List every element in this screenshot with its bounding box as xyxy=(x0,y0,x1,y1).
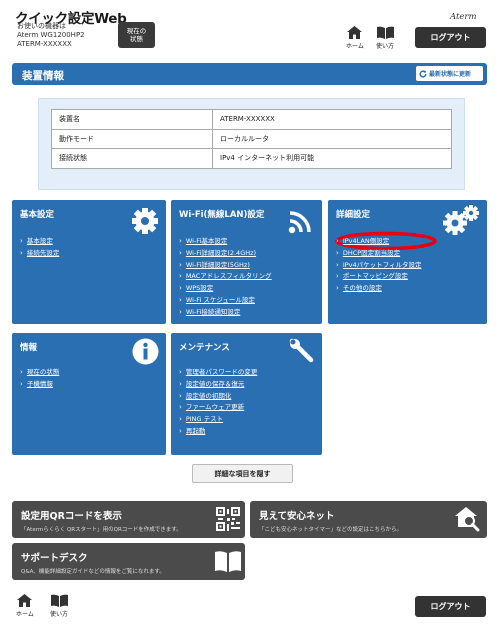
wrench-icon xyxy=(289,338,314,363)
device-model: Aterm WG1200HP2 xyxy=(17,31,85,39)
device-info-header: 装置情報 最新状態に更新 xyxy=(12,63,487,85)
row-label: 動作モード xyxy=(51,128,213,149)
tile-maintenance: メンテナンス 管理者パスワードの変更 設定値の保存＆復元 設定値の初期化 ファー… xyxy=(171,333,322,455)
current-state-button[interactable]: 現在の 状態 xyxy=(118,22,155,48)
safe-net-card[interactable]: 見えて安心ネット 「こども安心ネットタイマー」などの設定はこちらから。 xyxy=(250,501,487,538)
link-connection-settings[interactable]: 接続先設定 xyxy=(20,248,60,260)
row-value: ATERM-XXXXXX xyxy=(212,109,452,130)
row-value: ローカルルータ xyxy=(212,128,452,149)
link-wifi-detail-24[interactable]: Wi-Fi詳細設定(2.4GHz) xyxy=(179,248,272,260)
link-client-info[interactable]: 子機情報 xyxy=(20,379,59,391)
table-row: 装置名 ATERM-XXXXXX xyxy=(51,109,452,130)
tile-title: メンテナンス xyxy=(179,343,230,353)
link-other-settings[interactable]: その他の設定 xyxy=(336,283,422,295)
row-label: 接続状態 xyxy=(51,148,213,169)
device-info-table: 装置名 ATERM-XXXXXX 動作モード ローカルルータ 接続状態 IPv4 イン… xyxy=(51,109,452,169)
tile-links: 基本設定 接続先設定 xyxy=(20,236,60,260)
qr-code-icon xyxy=(216,507,240,531)
device-info-panel: 装置情報 最新状態に更新 装置名 ATERM-XXXXXX 動作モード ローカルルー… xyxy=(12,63,487,194)
logout-button[interactable]: ログアウト xyxy=(415,27,486,48)
qr-code-card[interactable]: 設定用QRコードを表示 「Atermらくらく QRスタート」用のQRコードを作成… xyxy=(12,501,245,538)
row-value: IPv4 インターネット利用可能 xyxy=(212,148,452,169)
home-label: ホーム xyxy=(16,611,34,618)
howto-label: 使い方 xyxy=(376,43,395,50)
home-icon xyxy=(17,594,33,607)
device-info-title: 装置情報 xyxy=(22,70,64,82)
link-ipv4-packet-filter[interactable]: IPv4パケットフィルタ設定 xyxy=(336,260,422,272)
card-desc: Q&A、機能詳細設定ガイドなどの情報をご覧になれます。 xyxy=(21,569,165,575)
table-row: 接続状態 IPv4 インターネット利用可能 xyxy=(51,148,452,169)
link-ping-test[interactable]: PING テスト xyxy=(179,414,257,426)
info-icon xyxy=(132,338,159,365)
tile-basic-settings: 基本設定 基本設定 接続先設定 xyxy=(12,200,166,324)
gear-icon xyxy=(132,208,158,234)
home-label: ホーム xyxy=(346,43,364,50)
device-caption: お使いの機器は xyxy=(17,22,66,30)
row-label: 装置名 xyxy=(51,109,213,130)
tile-advanced-settings: 詳細設定 IPv4LAN側設定 DHCP固定割当設定 IPv4パケットフィルタ設… xyxy=(328,200,487,324)
tile-links: Wi-Fi基本設定 Wi-Fi詳細設定(2.4GHz) Wi-Fi詳細設定(5G… xyxy=(179,236,272,319)
link-wifi-detail-5[interactable]: Wi-Fi詳細設定(5GHz) xyxy=(179,260,272,272)
tile-title: Wi-Fi(無線LAN)設定 xyxy=(179,210,265,220)
tile-links: IPv4LAN側設定 DHCP固定割当設定 IPv4パケットフィルタ設定 ポート… xyxy=(336,236,422,295)
home-nav[interactable]: ホーム xyxy=(346,26,364,50)
device-info-box: 装置名 ATERM-XXXXXX 動作モード ローカルルータ 接続状態 IPv4 イン… xyxy=(38,98,465,190)
tile-title: 詳細設定 xyxy=(336,210,371,220)
howto-label: 使い方 xyxy=(50,611,69,618)
hide-detail-button[interactable]: 詳細な項目を隠す xyxy=(192,464,293,483)
link-wifi-basic[interactable]: Wi-Fi基本設定 xyxy=(179,236,272,248)
card-title: サポートデスク xyxy=(21,553,88,564)
gears-icon xyxy=(443,205,479,235)
link-wifi-notify[interactable]: Wi-Fi接続通知設定 xyxy=(179,307,272,319)
book-icon xyxy=(376,26,394,39)
refresh-label: 最新状態に更新 xyxy=(429,71,472,78)
brand-logo: Aterm xyxy=(450,12,477,22)
footer-home-nav[interactable]: ホーム xyxy=(16,594,34,618)
footer-logout-button[interactable]: ログアウト xyxy=(415,596,486,617)
card-desc: 「こども安心ネットタイマー」などの設定はこちらから。 xyxy=(259,527,403,533)
tile-wifi-settings: Wi-Fi(無線LAN)設定 Wi-Fi基本設定 Wi-Fi詳細設定(2.4GH… xyxy=(171,200,322,324)
link-firmware-update[interactable]: ファームウェア更新 xyxy=(179,402,257,414)
link-reboot[interactable]: 再起動 xyxy=(179,426,257,438)
support-desk-card[interactable]: サポートデスク Q&A、機能詳細設定ガイドなどの情報をご覧になれます。 xyxy=(12,543,245,580)
refresh-icon xyxy=(419,69,427,78)
link-dhcp-fixed[interactable]: DHCP固定割当設定 xyxy=(336,248,422,260)
link-factory-reset[interactable]: 設定値の初期化 xyxy=(179,391,257,403)
link-wps[interactable]: WPS設定 xyxy=(179,283,272,295)
link-port-mapping[interactable]: ポートマッピング設定 xyxy=(336,271,422,283)
home-icon xyxy=(347,26,363,39)
tile-title: 基本設定 xyxy=(20,210,55,220)
footer-howto-nav[interactable]: 使い方 xyxy=(50,594,68,618)
link-current-status[interactable]: 現在の状態 xyxy=(20,367,60,379)
book-icon xyxy=(50,594,68,607)
tile-title: 情報 xyxy=(20,343,38,353)
card-title: 見えて安心ネット xyxy=(259,511,335,522)
tile-links: 管理者パスワードの変更 設定値の保存＆復元 設定値の初期化 ファームウェア更新 … xyxy=(179,367,258,438)
link-save-restore[interactable]: 設定値の保存＆復元 xyxy=(179,379,257,391)
link-admin-password[interactable]: 管理者パスワードの変更 xyxy=(179,367,258,379)
card-desc: 「Atermらくらく QRスタート」用のQRコードを作成できます。 xyxy=(21,527,182,533)
refresh-button[interactable]: 最新状態に更新 xyxy=(416,66,483,81)
tile-info: 情報 現在の状態 子機情報 xyxy=(12,333,166,455)
howto-nav[interactable]: 使い方 xyxy=(376,26,394,50)
device-name: ATERM-XXXXXX xyxy=(17,40,72,48)
wifi-icon xyxy=(288,211,311,234)
house-search-icon xyxy=(455,507,480,532)
link-ipv4-lan[interactable]: IPv4LAN側設定 xyxy=(336,236,422,248)
book-icon xyxy=(215,551,241,572)
tile-links: 現在の状態 子機情報 xyxy=(20,367,60,391)
card-title: 設定用QRコードを表示 xyxy=(21,511,122,522)
link-wifi-schedule[interactable]: Wi-Fi スケジュール設定 xyxy=(179,295,272,307)
link-basic-settings[interactable]: 基本設定 xyxy=(20,236,59,248)
link-mac-filter[interactable]: MACアドレスフィルタリング xyxy=(179,271,272,283)
table-row: 動作モード ローカルルータ xyxy=(51,128,452,149)
